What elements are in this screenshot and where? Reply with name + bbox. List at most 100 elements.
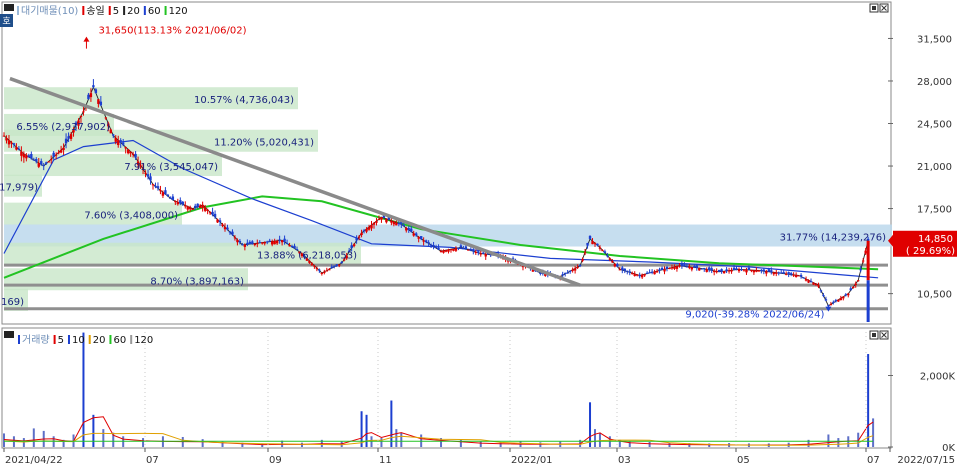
- price-panel-maximize-icon[interactable]: [869, 3, 879, 13]
- candle-body: [782, 272, 785, 274]
- candle-body: [722, 271, 726, 274]
- volume-bar: [82, 332, 85, 447]
- candle-body: [412, 233, 415, 236]
- volume-bar: [22, 438, 25, 447]
- candle-body: [360, 232, 363, 236]
- candle-body: [449, 249, 453, 251]
- price-panel-close-icon[interactable]: [879, 3, 889, 13]
- candle-body: [787, 272, 790, 275]
- x-tick-label: 11: [379, 455, 392, 466]
- candle-body: [174, 201, 177, 203]
- candle-body: [146, 174, 150, 177]
- candle-body: [474, 252, 477, 254]
- candle-body: [275, 240, 279, 244]
- stock-chart: 10.57% (4,736,043) 6.55% (2,937,902) 11.20…: [0, 0, 959, 466]
- volume-bar: [648, 441, 651, 447]
- volume-bar: [827, 434, 830, 447]
- candle-body: [154, 185, 157, 187]
- candle-body: [216, 219, 219, 223]
- candle-body: [32, 159, 35, 161]
- candle-body: [727, 270, 731, 272]
- candle-body: [266, 241, 269, 243]
- candle-body: [683, 264, 686, 267]
- x-tick-label: 2022/01: [511, 455, 553, 466]
- candle-body: [794, 275, 798, 277]
- candle-body: [623, 268, 626, 271]
- volume-bar: [420, 434, 423, 447]
- legend-label: 120: [169, 6, 188, 17]
- candle-body: [293, 245, 296, 249]
- candle-body: [54, 154, 58, 156]
- candle-body: [117, 140, 120, 146]
- candle-body: [663, 269, 666, 272]
- svg-text:호: 호: [2, 16, 10, 27]
- candle-body: [283, 238, 286, 242]
- volume-profile-label: 1.16% (517,979): [0, 183, 38, 194]
- candle-body: [626, 270, 629, 272]
- volume-bar: [867, 354, 870, 447]
- volume-panel-menu-icon[interactable]: [4, 331, 14, 338]
- candle-body: [419, 236, 423, 239]
- candle-body: [323, 271, 326, 274]
- candle-body: [370, 224, 373, 229]
- candle-body: [854, 283, 857, 286]
- legend-swatch: [143, 6, 146, 15]
- candle-body: [658, 269, 661, 271]
- candle-body: [593, 243, 597, 245]
- candle-body: [223, 226, 227, 230]
- candle-body: [397, 223, 401, 225]
- candle-body: [35, 159, 38, 162]
- volume-bar: [593, 429, 596, 447]
- candle-body: [67, 136, 70, 139]
- candle-body: [124, 147, 127, 149]
- volume-profile-label: 11.20% (5,020,431): [214, 138, 314, 149]
- price-panel-zoom-icon[interactable]: 호: [0, 14, 13, 27]
- x-tick-label: 07: [146, 455, 159, 466]
- volume-panel-close-icon[interactable]: [879, 330, 889, 340]
- candle-body: [802, 277, 805, 279]
- volume-bar: [3, 433, 5, 447]
- candle-body: [844, 294, 847, 296]
- candle-body: [839, 298, 843, 301]
- candle-body: [273, 241, 276, 245]
- volume-panel-maximize-icon[interactable]: [869, 330, 879, 340]
- candle-body: [439, 251, 443, 253]
- candle-body: [233, 237, 237, 239]
- legend-label: 60: [113, 335, 126, 346]
- volume-profile-label: 7.60% (3,408,000): [84, 211, 178, 222]
- high-annotation: 31,650(113.13% 2021/06/02): [98, 26, 246, 37]
- candle-body: [561, 274, 564, 276]
- candle-body: [484, 254, 487, 257]
- candle-body: [760, 269, 763, 271]
- candle-body: [628, 271, 631, 273]
- candle-body: [598, 247, 602, 249]
- candle-body: [134, 153, 137, 158]
- candle-body: [22, 153, 26, 158]
- candle-body: [248, 241, 252, 245]
- candle-body: [263, 242, 266, 244]
- current-price-value: 14,850: [918, 234, 953, 245]
- price-panel-menu-icon[interactable]: [4, 4, 14, 11]
- candle-body: [834, 300, 838, 302]
- candle-body: [685, 266, 689, 268]
- candle-body: [611, 261, 614, 263]
- candle-body: [27, 155, 31, 157]
- candle-body: [49, 159, 53, 161]
- candle-body: [198, 205, 202, 208]
- candle-body: [251, 241, 254, 244]
- candle-body: [566, 272, 569, 274]
- candle-body: [814, 283, 818, 286]
- candle-body: [410, 228, 413, 232]
- candle-body: [864, 250, 867, 254]
- candle-body: [638, 275, 641, 277]
- candle-body: [92, 85, 95, 88]
- candle-body: [700, 268, 703, 270]
- candle-body: [189, 207, 192, 210]
- candle-body: [395, 222, 398, 226]
- candle-body: [30, 153, 33, 159]
- candle-body: [330, 266, 333, 269]
- volume-bar: [365, 414, 368, 447]
- candle-body: [770, 270, 773, 273]
- legend-label: 거래량: [22, 334, 50, 346]
- legend-label: 송일: [86, 5, 104, 17]
